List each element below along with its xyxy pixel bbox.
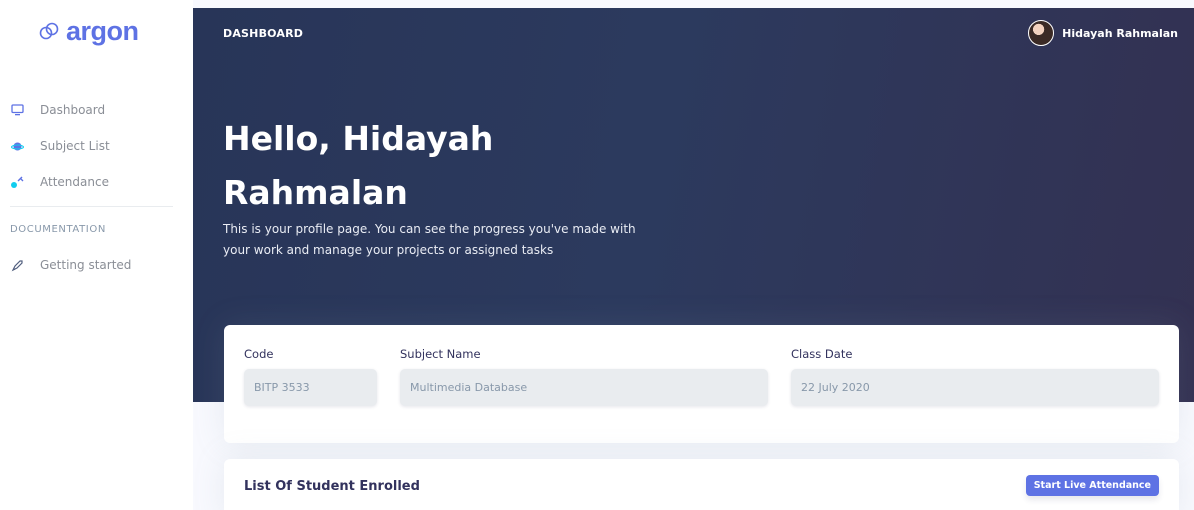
sidebar-item-attendance[interactable]: Attendance xyxy=(0,164,193,200)
class-date-field[interactable]: 22 July 2020 xyxy=(791,369,1159,406)
profile-description: This is your profile page. You can see t… xyxy=(223,222,636,257)
subject-details-card: Code BITP 3533 Subject Name Multimedia D… xyxy=(224,325,1179,443)
sidebar-item-label: Getting started xyxy=(40,258,132,272)
sidebar-item-label: Dashboard xyxy=(40,103,106,117)
subject-name-field[interactable]: Multimedia Database xyxy=(400,369,768,406)
planet-icon xyxy=(10,139,24,153)
brand-logo[interactable]: argon xyxy=(38,16,139,47)
student-list-title: List Of Student Enrolled xyxy=(244,479,420,494)
avatar xyxy=(1028,20,1055,46)
brand-name: argon xyxy=(66,16,139,46)
user-menu[interactable]: Hidayah Rahmalan xyxy=(1028,20,1178,46)
sidebar-item-subject-list[interactable]: Subject List xyxy=(0,128,193,164)
class-date-label: Class Date xyxy=(791,347,853,361)
sidebar-nav: Dashboard Subject List Attendance xyxy=(0,92,193,200)
documentation-heading: DOCUMENTATION xyxy=(10,224,106,235)
sidebar-item-label: Subject List xyxy=(40,139,110,153)
code-label: Code xyxy=(244,347,274,361)
monitor-icon xyxy=(10,103,24,117)
start-live-attendance-button[interactable]: Start Live Attendance xyxy=(1025,475,1159,496)
page-title[interactable]: DASHBOARD xyxy=(223,27,303,40)
sidebar-item-label: Attendance xyxy=(40,175,109,189)
sidebar: argon Dashboard Subject List Attendance … xyxy=(0,0,193,510)
sidebar-docs: Getting started xyxy=(0,247,193,283)
sidebar-item-dashboard[interactable]: Dashboard xyxy=(0,92,193,128)
argon-logo-icon xyxy=(38,21,60,43)
subject-name-label: Subject Name xyxy=(400,347,481,361)
student-list-card: List Of Student Enrolled Start Live Atte… xyxy=(224,459,1179,510)
code-field[interactable]: BITP 3533 xyxy=(244,369,377,406)
user-name: Hidayah Rahmalan xyxy=(1062,26,1178,40)
sidebar-divider xyxy=(10,206,173,207)
greeting-heading: Hello, Hidayah Rahmalan xyxy=(223,119,494,212)
spaceship-icon xyxy=(10,258,24,272)
satellite-icon xyxy=(10,175,24,189)
sidebar-item-getting-started[interactable]: Getting started xyxy=(0,247,193,283)
